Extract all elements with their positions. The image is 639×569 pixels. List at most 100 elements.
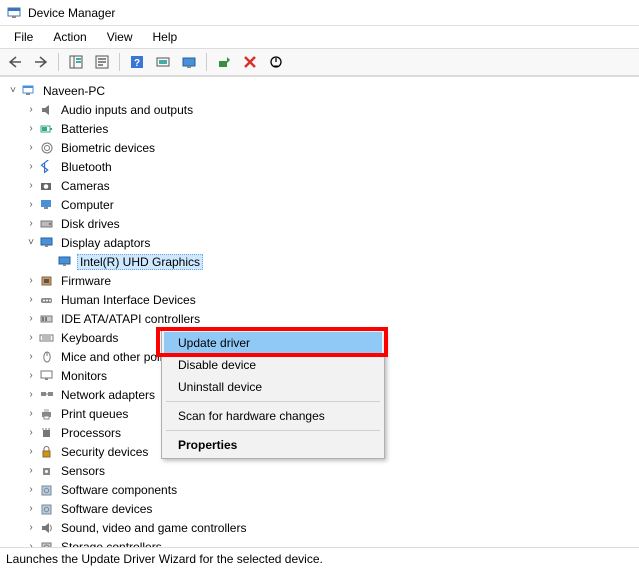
- expand-icon[interactable]: [24, 293, 38, 307]
- expand-icon[interactable]: [24, 521, 38, 535]
- tree-item-label: Audio inputs and outputs: [59, 103, 195, 117]
- tree-item-label: Cameras: [59, 179, 112, 193]
- tree-category[interactable]: Firmware: [2, 271, 637, 290]
- expand-icon[interactable]: [24, 350, 38, 364]
- sound-icon: [38, 520, 56, 536]
- expand-icon[interactable]: [24, 464, 38, 478]
- expand-icon[interactable]: [24, 445, 38, 459]
- context-menu-item[interactable]: Scan for hardware changes: [164, 405, 382, 427]
- tree-category[interactable]: Sensors: [2, 461, 637, 480]
- update-driver-button[interactable]: [178, 51, 200, 73]
- expand-icon[interactable]: [24, 407, 38, 421]
- properties-button[interactable]: [91, 51, 113, 73]
- menubar: File Action View Help: [0, 26, 639, 48]
- cpu-icon: [38, 425, 56, 441]
- tree-category[interactable]: Software components: [2, 480, 637, 499]
- tree-item-label: Display adaptors: [59, 236, 152, 250]
- expand-icon[interactable]: [24, 122, 38, 136]
- expand-icon[interactable]: [24, 483, 38, 497]
- show-hide-tree-button[interactable]: [65, 51, 87, 73]
- expand-icon[interactable]: [24, 312, 38, 326]
- tree-item-label: Print queues: [59, 407, 130, 421]
- forward-button[interactable]: [30, 51, 52, 73]
- tree-category[interactable]: Batteries: [2, 119, 637, 138]
- tree-category[interactable]: Software devices: [2, 499, 637, 518]
- tree-device[interactable]: Intel(R) UHD Graphics: [2, 252, 637, 271]
- toolbar-sep: [119, 53, 120, 71]
- hid-icon: [38, 292, 56, 308]
- tree-category[interactable]: IDE ATA/ATAPI controllers: [2, 309, 637, 328]
- tree-item-label: Storage controllers: [59, 540, 164, 548]
- tree-item-label: Firmware: [59, 274, 113, 288]
- toolbar-sep: [58, 53, 59, 71]
- tree-item-label: Sensors: [59, 464, 107, 478]
- statusbar: Launches the Update Driver Wizard for th…: [0, 547, 639, 569]
- svg-text:?: ?: [134, 58, 140, 69]
- expand-icon[interactable]: [6, 84, 20, 98]
- uninstall-device-button[interactable]: [239, 51, 261, 73]
- expand-icon[interactable]: [24, 369, 38, 383]
- help-button[interactable]: ?: [126, 51, 148, 73]
- expand-icon[interactable]: [24, 236, 38, 250]
- expand-icon[interactable]: [24, 274, 38, 288]
- tree-item-label: Intel(R) UHD Graphics: [77, 254, 203, 270]
- tree-category[interactable]: Computer: [2, 195, 637, 214]
- expand-icon[interactable]: [24, 388, 38, 402]
- tree-category[interactable]: Bluetooth: [2, 157, 637, 176]
- tree-category[interactable]: Audio inputs and outputs: [2, 100, 637, 119]
- mouse-icon: [38, 349, 56, 365]
- battery-icon: [38, 121, 56, 137]
- tree-item-label: Naveen-PC: [41, 84, 107, 98]
- printer-icon: [38, 406, 56, 422]
- audio-icon: [38, 102, 56, 118]
- menu-view[interactable]: View: [99, 28, 141, 46]
- expand-icon[interactable]: [24, 426, 38, 440]
- context-menu-item[interactable]: Disable device: [164, 354, 382, 376]
- software-icon: [38, 482, 56, 498]
- menu-help[interactable]: Help: [145, 28, 186, 46]
- tree-category[interactable]: Display adaptors: [2, 233, 637, 252]
- enable-device-button[interactable]: [213, 51, 235, 73]
- storage-icon: [38, 539, 56, 548]
- pc-icon: [20, 83, 38, 99]
- tree-item-label: Disk drives: [59, 217, 122, 231]
- tree-category[interactable]: Storage controllers: [2, 537, 637, 547]
- titlebar: Device Manager: [0, 0, 639, 26]
- expand-icon[interactable]: [24, 502, 38, 516]
- disable-device-button[interactable]: [265, 51, 287, 73]
- expand-icon[interactable]: [24, 198, 38, 212]
- expand-icon[interactable]: [24, 103, 38, 117]
- tree-category[interactable]: Biometric devices: [2, 138, 637, 157]
- context-menu-item[interactable]: Properties: [164, 434, 382, 456]
- context-menu-item[interactable]: Update driver: [164, 332, 382, 354]
- tree-item-label: Network adapters: [59, 388, 157, 402]
- expand-icon[interactable]: [24, 331, 38, 345]
- expand-icon[interactable]: [24, 141, 38, 155]
- device-tree[interactable]: Naveen-PC Audio inputs and outputs Batteri…: [2, 81, 637, 547]
- tree-category[interactable]: Cameras: [2, 176, 637, 195]
- expand-icon[interactable]: [24, 217, 38, 231]
- context-menu-separator: [166, 430, 380, 431]
- toolbar-sep: [206, 53, 207, 71]
- bluetooth-icon: [38, 159, 56, 175]
- tree-item-label: Human Interface Devices: [59, 293, 198, 307]
- menu-action[interactable]: Action: [45, 28, 94, 46]
- disk-icon: [38, 216, 56, 232]
- expand-icon: [42, 255, 56, 269]
- scan-hardware-button[interactable]: [152, 51, 174, 73]
- tree-item-label: Computer: [59, 198, 116, 212]
- network-icon: [38, 387, 56, 403]
- back-button[interactable]: [4, 51, 26, 73]
- expand-icon[interactable]: [24, 160, 38, 174]
- sensor-icon: [38, 463, 56, 479]
- tree-category[interactable]: Disk drives: [2, 214, 637, 233]
- tree-category[interactable]: Human Interface Devices: [2, 290, 637, 309]
- tree-item-label: Software devices: [59, 502, 154, 516]
- menu-file[interactable]: File: [6, 28, 41, 46]
- tree-category[interactable]: Sound, video and game controllers: [2, 518, 637, 537]
- keyboard-icon: [38, 330, 56, 346]
- tree-root[interactable]: Naveen-PC: [2, 81, 637, 100]
- context-menu-item[interactable]: Uninstall device: [164, 376, 382, 398]
- expand-icon[interactable]: [24, 179, 38, 193]
- expand-icon[interactable]: [24, 540, 38, 548]
